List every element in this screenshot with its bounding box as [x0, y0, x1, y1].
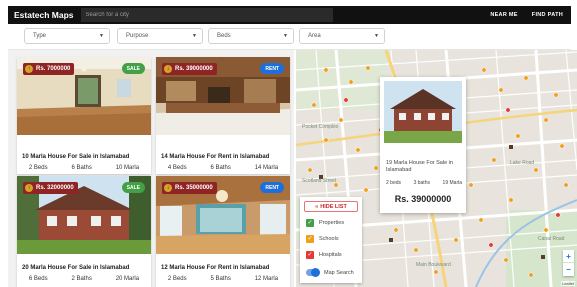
type-select[interactable]: Type ▼ — [24, 28, 110, 44]
zoom-out-button[interactable]: − — [563, 263, 574, 276]
price-badge: ↑ Rs. 32000000 — [23, 182, 78, 194]
listing-card[interactable]: ↑ Rs. 7000000 SALE 10 Marla House For Sa… — [17, 57, 151, 174]
schools-toggle[interactable]: ✓ Schools — [306, 235, 339, 243]
popup-price: Rs. 39000000 — [394, 194, 452, 204]
area-select[interactable]: Area ▼ — [299, 28, 385, 44]
properties-toggle[interactable]: ✓ Properties — [306, 219, 344, 227]
zoom-control: + − — [563, 250, 574, 276]
price-text: Rs. 32000000 — [36, 185, 74, 191]
listing-stats: 6 Beds 2 Baths 20 Marla — [17, 276, 151, 282]
listing-area: 20 Marla — [115, 276, 140, 282]
listing-stats: 2 Beds 5 Baths 12 Marla — [156, 276, 290, 282]
popup-baths: 3 baths — [413, 180, 430, 186]
listing-beds: 2 Beds — [28, 165, 48, 171]
map-label: Scotland Street — [302, 178, 337, 184]
chevron-down-icon: ▼ — [192, 33, 197, 39]
rent-badge: RENT — [260, 182, 284, 193]
listing-stats: 2 Beds 6 Baths 10 Marla — [17, 165, 151, 171]
listing-baths: 6 Baths — [71, 165, 92, 171]
map-attribution[interactable]: Leaflet — [560, 281, 575, 286]
checkbox-checked-icon: ✓ — [306, 219, 314, 227]
listing-title[interactable]: 10 Marla House For Sale in Islamabad — [22, 154, 129, 160]
chevron-down-icon: ▼ — [99, 33, 104, 39]
listing-beds: 4 Beds — [167, 165, 187, 171]
listing-area: 10 Marla — [115, 165, 140, 171]
double-chevron-left-icon: « — [315, 203, 319, 210]
zoom-in-button[interactable]: + — [563, 250, 574, 263]
chevron-down-icon: ▼ — [374, 33, 379, 39]
app-title[interactable]: Estatech Maps — [8, 10, 81, 20]
map-search-toggle[interactable]: Map Search — [306, 268, 354, 277]
near-me-link[interactable]: NEAR ME — [490, 12, 517, 18]
listing-panel: ↑ Rs. 7000000 SALE 10 Marla House For Sa… — [8, 50, 294, 287]
popup-title: 19 Marla House For Sale in Islamabad — [386, 160, 453, 173]
filter-bar: Type ▼ Purpose ▼ Beds ▼ Area ▼ — [8, 24, 571, 50]
arrow-up-icon: ↑ — [25, 65, 33, 73]
popup-beds: 2 beds — [386, 180, 402, 186]
listing-area: 14 Marla — [254, 165, 279, 171]
price-text: Rs. 35000000 — [175, 185, 213, 191]
popup-area: 19 Marla — [442, 180, 462, 186]
listing-area: 12 Marla — [254, 276, 279, 282]
hospitals-toggle[interactable]: ✓ Hospitals — [306, 251, 342, 259]
listing-baths: 2 Baths — [71, 276, 92, 282]
purpose-select[interactable]: Purpose ▼ — [117, 28, 203, 44]
arrow-up-icon: ↑ — [25, 184, 33, 192]
sale-badge: SALE — [121, 182, 145, 193]
type-select-label: Type — [33, 33, 47, 39]
arrow-down-icon: ↓ — [164, 65, 172, 73]
checkbox-checked-icon: ✓ — [306, 235, 314, 243]
listing-baths: 5 Baths — [210, 276, 231, 282]
listing-card[interactable]: ↓ Rs. 35000000 RENT 12 Marla House For R… — [156, 176, 290, 287]
beds-select-label: Beds — [217, 33, 231, 39]
listing-card[interactable]: ↑ Rs. 32000000 SALE 20 Marla House For S… — [17, 176, 151, 287]
price-badge: ↓ Rs. 35000000 — [162, 182, 217, 194]
listing-title[interactable]: 14 Marla House For Rent in Islamabad — [161, 154, 269, 160]
purpose-select-label: Purpose — [126, 33, 149, 39]
rent-badge: RENT — [260, 63, 284, 74]
top-links: NEAR ME FIND PATH — [490, 12, 571, 18]
hospitals-label: Hospitals — [319, 252, 342, 258]
schools-label: Schools — [319, 236, 339, 242]
price-text: Rs. 7000000 — [36, 66, 71, 72]
price-text: Rs. 39000000 — [175, 66, 213, 72]
map-label: Lake Road — [510, 160, 535, 166]
listing-beds: 6 Beds — [28, 276, 48, 282]
city-search-input[interactable] — [80, 8, 333, 22]
map-label: Canal Road — [538, 236, 565, 242]
map-label: Pocket Complex — [302, 124, 339, 130]
map-layer-control: « HIDE LIST ✓ Properties ✓ Schools ✓ Hos… — [300, 197, 362, 283]
map-popup-card[interactable]: 19 Marla House For Sale in Islamabad 2 b… — [380, 77, 466, 213]
map-label: Main Boulevard — [416, 262, 451, 268]
beds-select[interactable]: Beds ▼ — [208, 28, 294, 44]
listing-title[interactable]: 20 Marla House For Sale in Islamabad — [22, 265, 129, 271]
listing-stats: 4 Beds 6 Baths 14 Marla — [156, 165, 290, 171]
find-path-link[interactable]: FIND PATH — [532, 12, 563, 18]
sale-badge: SALE — [121, 63, 145, 74]
listing-beds: 2 Beds — [167, 276, 187, 282]
toggle-switch-icon — [306, 268, 320, 277]
map-search-label: Map Search — [324, 269, 354, 276]
chevron-down-icon: ▼ — [283, 33, 288, 39]
checkbox-checked-icon: ✓ — [306, 251, 314, 259]
arrow-down-icon: ↓ — [164, 184, 172, 192]
area-select-label: Area — [308, 33, 321, 39]
properties-label: Properties — [319, 220, 345, 226]
listing-baths: 6 Baths — [210, 165, 231, 171]
price-badge: ↑ Rs. 7000000 — [23, 63, 75, 75]
popup-photo — [384, 81, 462, 143]
top-bar: Estatech Maps NEAR ME FIND PATH — [8, 6, 571, 24]
listing-card[interactable]: ↓ Rs. 39000000 RENT 14 Marla House For R… — [156, 57, 290, 174]
hide-list-button[interactable]: « HIDE LIST — [304, 201, 358, 212]
price-badge: ↓ Rs. 39000000 — [162, 63, 217, 75]
hide-list-label: HIDE LIST — [320, 203, 347, 210]
popup-stats: 2 beds 3 baths 19 Marla — [386, 180, 462, 186]
listing-title[interactable]: 12 Marla House For Rent in Islamabad — [161, 265, 269, 271]
